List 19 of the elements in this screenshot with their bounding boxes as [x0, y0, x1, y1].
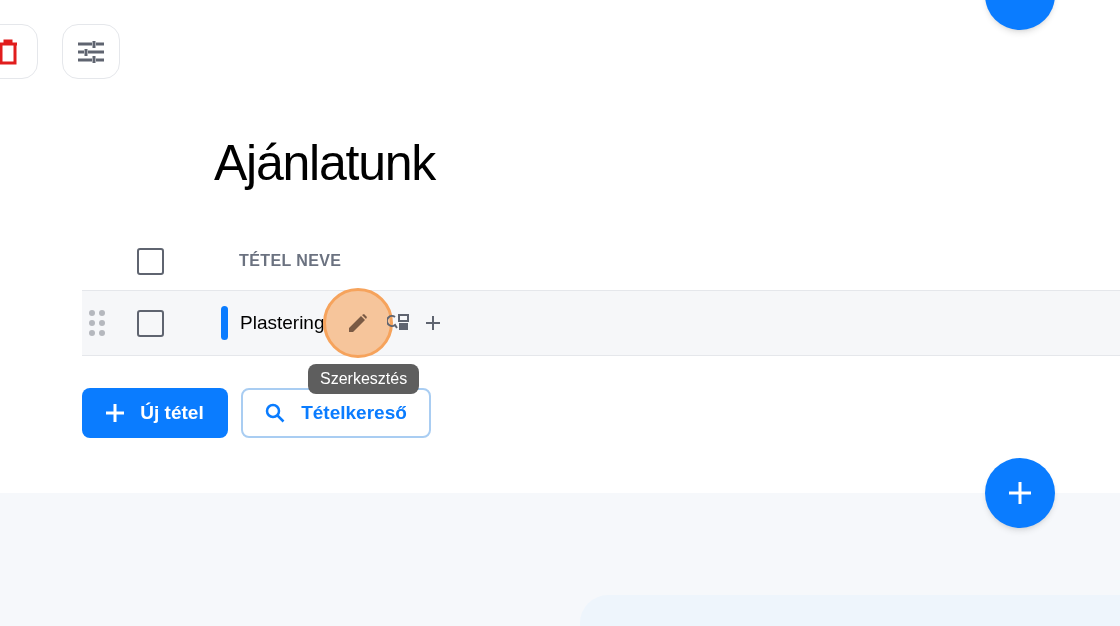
sliders-icon: [78, 40, 104, 63]
select-all-checkbox[interactable]: [137, 247, 164, 275]
search-icon: [265, 403, 286, 423]
row-checkbox[interactable]: [137, 309, 164, 337]
item-name: Plastering: [240, 310, 325, 335]
plus-icon: [1009, 482, 1031, 504]
new-item-button[interactable]: Új tétel: [82, 388, 228, 438]
plus-icon: [106, 404, 125, 422]
item-search-button[interactable]: Tételkereső: [241, 388, 431, 438]
tooltip: Szerkesztés: [308, 364, 420, 394]
filter-settings-button[interactable]: [62, 24, 120, 79]
table-row[interactable]: Plastering: [82, 290, 1120, 356]
drag-handle-icon[interactable]: [89, 310, 105, 336]
pencil-icon[interactable]: [348, 314, 367, 332]
page-heading: Ajánlatunk: [214, 134, 437, 193]
plus-icon[interactable]: [425, 316, 440, 330]
column-header: TÉTEL NEVE: [239, 250, 342, 271]
add-fab[interactable]: [985, 458, 1055, 528]
trash-icon: [0, 38, 19, 65]
